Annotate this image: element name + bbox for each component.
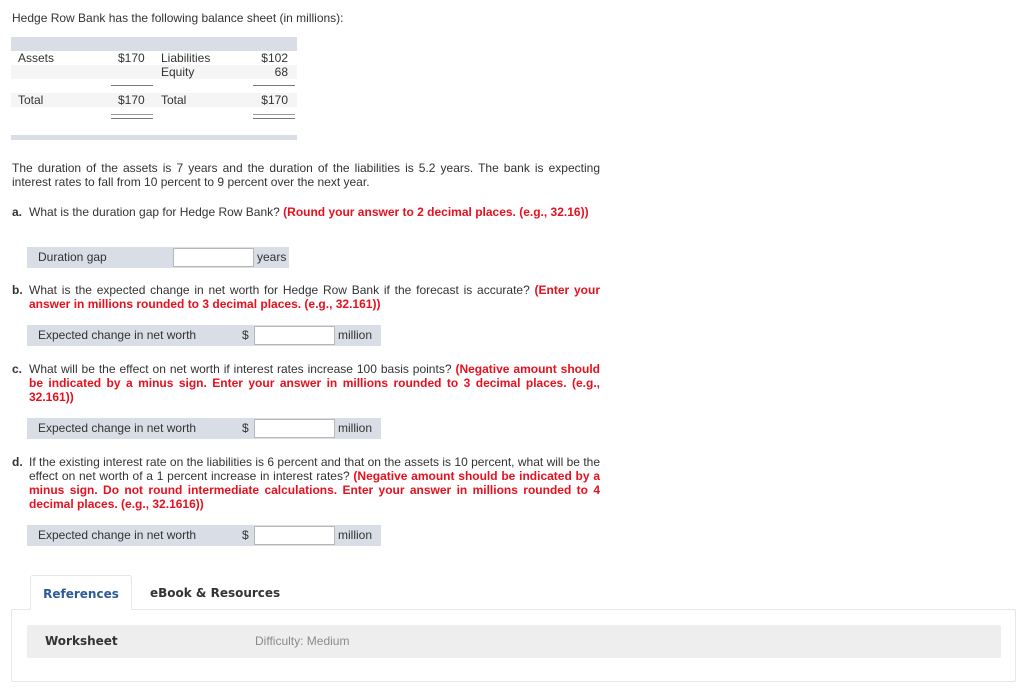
row-left-value: $170 xyxy=(118,93,145,107)
table-row-assets: Assets $170 Liabilities $102 xyxy=(11,51,297,65)
answer-label: Duration gap xyxy=(38,250,107,264)
total-double-rule xyxy=(111,118,153,119)
difficulty-label: Difficulty: Medium xyxy=(255,634,350,648)
subtotal-rule xyxy=(253,85,295,86)
row-left-label: Total xyxy=(18,93,44,107)
question-letter: a. xyxy=(12,205,23,219)
table-footer-band xyxy=(11,135,297,140)
question-text: What will be the effect on net worth if … xyxy=(29,362,452,376)
dollar-sign: $ xyxy=(242,421,249,435)
total-double-rule xyxy=(253,118,295,119)
answer-label: Expected change in net worth xyxy=(38,328,197,342)
answer-row-a: Duration gap years xyxy=(27,247,289,268)
question-letter: b. xyxy=(12,283,23,297)
worksheet-link[interactable]: Worksheet xyxy=(45,625,118,658)
question-instruction: (Round your answer to 2 decimal places. … xyxy=(283,205,589,219)
answer-row-d: Expected change in net worth $ million xyxy=(27,525,381,546)
net-worth-change-input-b[interactable] xyxy=(254,326,335,345)
question-text: What is the duration gap for Hedge Row B… xyxy=(29,205,280,219)
table-row-total: Total $170 Total $170 xyxy=(11,93,297,107)
net-worth-change-input-d[interactable] xyxy=(254,526,335,545)
row-left-label: Assets xyxy=(18,51,55,65)
question-letter: c. xyxy=(12,362,23,376)
question-letter: d. xyxy=(12,455,23,469)
total-double-rule xyxy=(253,114,295,115)
question-d: d. If the existing interest rate on the … xyxy=(12,455,600,511)
row-left-value: $170 xyxy=(118,51,145,65)
table-row-equity: Equity 68 xyxy=(11,65,297,79)
worksheet-bar[interactable]: Worksheet Difficulty: Medium xyxy=(27,625,1001,658)
answer-unit: million xyxy=(335,525,373,546)
dollar-sign: $ xyxy=(242,528,249,542)
row-right-label: Liabilities xyxy=(161,51,211,65)
total-double-rule xyxy=(111,114,153,115)
tab-ebook-resources[interactable]: eBook & Resources xyxy=(150,575,280,609)
problem-description: The duration of the assets is 7 years an… xyxy=(12,161,600,189)
question-text: What is the expected change in net worth… xyxy=(29,283,530,297)
answer-row-b: Expected change in net worth $ million xyxy=(27,325,381,346)
question-b: b. What is the expected change in net wo… xyxy=(12,283,600,311)
answer-row-c: Expected change in net worth $ million xyxy=(27,418,381,439)
problem-intro: Hedge Row Bank has the following balance… xyxy=(12,11,344,25)
row-right-value: $102 xyxy=(261,51,288,65)
answer-unit: million xyxy=(335,418,373,439)
tab-references[interactable]: References xyxy=(30,575,132,610)
dollar-sign: $ xyxy=(242,328,249,342)
answer-unit: years xyxy=(254,247,287,268)
answer-unit: million xyxy=(335,325,373,346)
duration-gap-input[interactable] xyxy=(173,248,254,267)
table-header-band xyxy=(11,37,297,51)
row-right-value: $170 xyxy=(261,93,288,107)
net-worth-change-input-c[interactable] xyxy=(254,419,335,438)
row-right-value: 68 xyxy=(274,65,288,79)
question-a: a. What is the duration gap for Hedge Ro… xyxy=(12,205,600,219)
row-right-label: Equity xyxy=(161,65,195,79)
answer-label: Expected change in net worth xyxy=(38,421,197,435)
subtotal-rule xyxy=(111,85,153,86)
question-c: c. What will be the effect on net worth … xyxy=(12,362,600,404)
answer-label: Expected change in net worth xyxy=(38,528,197,542)
row-right-label: Total xyxy=(161,93,187,107)
